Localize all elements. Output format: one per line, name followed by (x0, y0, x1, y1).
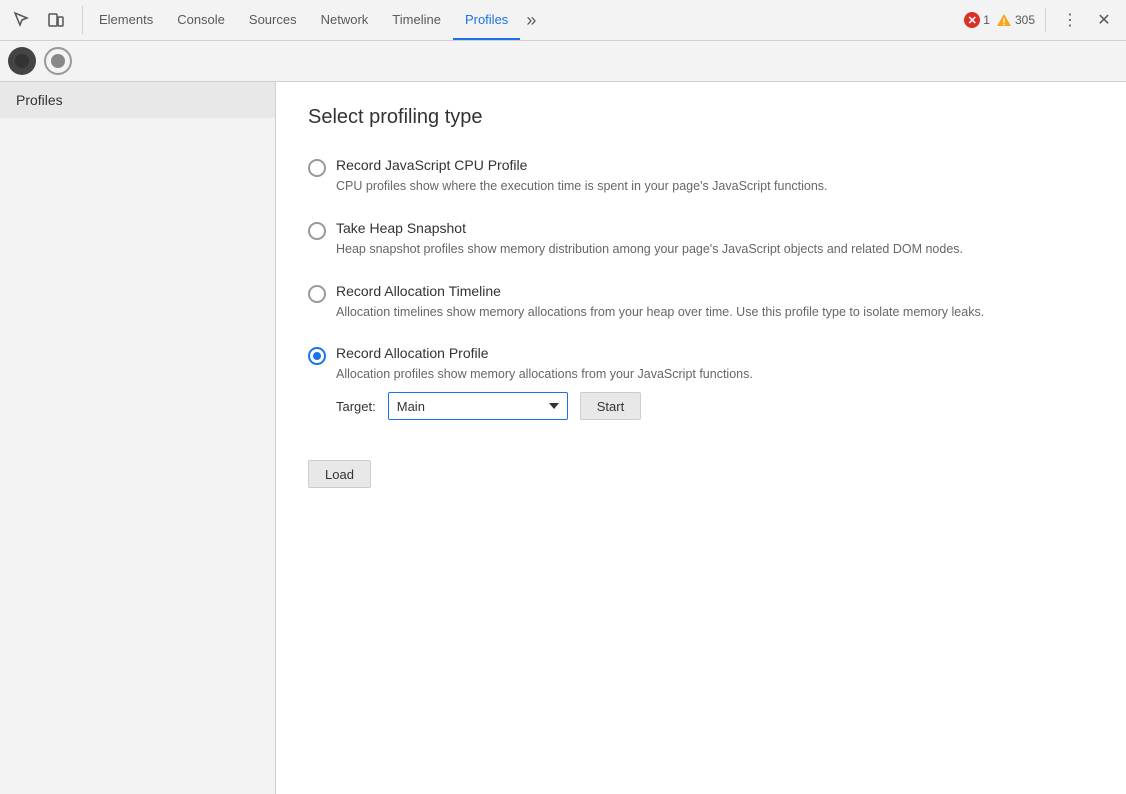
sidebar-item-profiles[interactable]: Profiles (0, 82, 275, 118)
tab-profiles[interactable]: Profiles (453, 0, 520, 40)
option-title-timeline: Record Allocation Timeline (336, 283, 1094, 299)
device-mode-btn[interactable] (42, 6, 70, 34)
option-text-heap: Take Heap Snapshot Heap snapshot profile… (336, 220, 1094, 259)
radio-timeline[interactable] (308, 285, 326, 303)
load-btn[interactable]: Load (308, 460, 371, 488)
content-area: Select profiling type Record JavaScript … (276, 82, 1126, 794)
option-desc-heap: Heap snapshot profiles show memory distr… (336, 240, 1094, 259)
toolbar-right: ✕ 1 ! 305 ⋮ ✕ (964, 6, 1118, 34)
tab-list: Elements Console Sources Network Timelin… (87, 0, 542, 40)
warning-badge[interactable]: ! 305 (996, 13, 1035, 27)
main-area: Profiles Select profiling type Record Ja… (0, 82, 1126, 794)
option-timeline: Record Allocation Timeline Allocation ti… (308, 283, 1094, 322)
toolbar-divider (1045, 8, 1046, 32)
radio-wrapper-cpu (308, 159, 326, 177)
close-devtools-btn[interactable]: ✕ (1090, 6, 1118, 34)
tab-timeline[interactable]: Timeline (380, 0, 453, 40)
sidebar: Profiles (0, 82, 276, 794)
record-btn[interactable] (8, 47, 36, 75)
stop-icon (51, 54, 65, 68)
radio-heap[interactable] (308, 222, 326, 240)
error-icon: ✕ (964, 12, 980, 28)
svg-text:!: ! (1002, 17, 1005, 27)
warning-icon: ! (996, 13, 1012, 27)
option-title-alloc: Record Allocation Profile (336, 345, 1094, 361)
error-badge[interactable]: ✕ 1 (964, 12, 990, 28)
radio-wrapper-heap (308, 222, 326, 240)
error-count: 1 (983, 13, 990, 27)
radio-wrapper-alloc (308, 347, 326, 365)
option-cpu: Record JavaScript CPU Profile CPU profil… (308, 157, 1094, 196)
radio-wrapper-timeline (308, 285, 326, 303)
option-desc-cpu: CPU profiles show where the execution ti… (336, 177, 1094, 196)
start-btn[interactable]: Start (580, 392, 641, 420)
option-desc-timeline: Allocation timelines show memory allocat… (336, 303, 1094, 322)
tab-sources[interactable]: Sources (237, 0, 309, 40)
tab-network[interactable]: Network (309, 0, 381, 40)
section-title: Select profiling type (308, 106, 1094, 129)
option-text-cpu: Record JavaScript CPU Profile CPU profil… (336, 157, 1094, 196)
option-heap: Take Heap Snapshot Heap snapshot profile… (308, 220, 1094, 259)
option-desc-alloc: Allocation profiles show memory allocati… (336, 365, 1094, 384)
more-tabs-btn[interactable]: » (520, 0, 542, 40)
toolbar-icons (8, 6, 83, 34)
record-icon (15, 54, 29, 68)
stop-btn[interactable] (44, 47, 72, 75)
tab-elements[interactable]: Elements (87, 0, 165, 40)
warning-count: 305 (1015, 13, 1035, 27)
more-options-btn[interactable]: ⋮ (1056, 6, 1084, 34)
target-select[interactable]: Main (388, 392, 568, 420)
option-title-cpu: Record JavaScript CPU Profile (336, 157, 1094, 173)
option-text-alloc: Record Allocation Profile Allocation pro… (336, 345, 1094, 420)
target-label: Target: (336, 399, 376, 414)
option-text-timeline: Record Allocation Timeline Allocation ti… (336, 283, 1094, 322)
profiles-toolbar (0, 41, 1126, 82)
radio-cpu[interactable] (308, 159, 326, 177)
target-row: Target: Main Start (336, 392, 1094, 420)
devtools-toolbar: Elements Console Sources Network Timelin… (0, 0, 1126, 41)
option-alloc: Record Allocation Profile Allocation pro… (308, 345, 1094, 420)
inspect-element-btn[interactable] (8, 6, 36, 34)
tab-console[interactable]: Console (165, 0, 237, 40)
option-title-heap: Take Heap Snapshot (336, 220, 1094, 236)
radio-alloc[interactable] (308, 347, 326, 365)
